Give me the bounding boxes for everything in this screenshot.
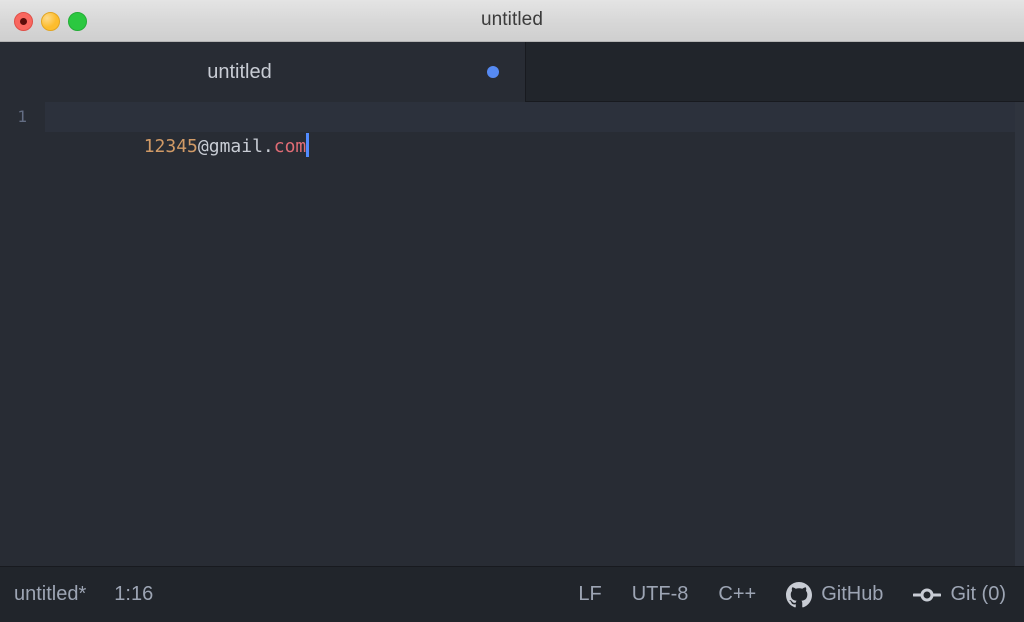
text-editor[interactable]: 1 12345@gmail.com [0, 102, 1024, 566]
tab-modified-dot-icon[interactable] [487, 66, 499, 78]
editor-window: untitled untitled 1 12345@gmail.com unti… [0, 0, 1024, 622]
tab-bar: untitled [0, 42, 1024, 102]
tab-title-label: untitled [207, 60, 272, 83]
editor-line-content[interactable]: 12345@gmail.com [45, 102, 1024, 157]
editor-line-row[interactable]: 1 12345@gmail.com [0, 102, 1024, 157]
status-encoding[interactable]: UTF-8 [632, 583, 689, 606]
tab-untitled[interactable]: untitled [0, 42, 526, 102]
token-plain: @gmail. [197, 136, 274, 157]
status-bar: untitled* 1:16 LF UTF-8 C++ GitHub Git (… [0, 566, 1024, 622]
status-github[interactable]: GitHub [786, 581, 884, 608]
editor-scrollbar[interactable] [1015, 102, 1024, 566]
status-github-label: GitHub [821, 583, 884, 605]
token-number: 12345 [143, 136, 198, 157]
status-bar-left: untitled* 1:16 [0, 583, 153, 606]
text-cursor [306, 133, 310, 157]
line-number-1: 1 [17, 107, 27, 126]
status-git[interactable]: Git (0) [913, 583, 1006, 606]
github-octocat-icon [786, 581, 813, 608]
window-titlebar: untitled [0, 0, 1024, 42]
status-grammar[interactable]: C++ [718, 583, 756, 606]
status-line-ending[interactable]: LF [578, 583, 601, 606]
token-keyword: com [273, 136, 307, 157]
window-title: untitled [480, 9, 544, 30]
status-bar-right: LF UTF-8 C++ GitHub Git (0) [578, 581, 1024, 608]
status-git-label: Git (0) [950, 583, 1006, 605]
git-commit-icon [913, 585, 942, 605]
tab-bar-empty-area [526, 42, 1024, 102]
status-cursor-position[interactable]: 1:16 [114, 583, 153, 606]
status-file-name[interactable]: untitled* [14, 583, 86, 606]
